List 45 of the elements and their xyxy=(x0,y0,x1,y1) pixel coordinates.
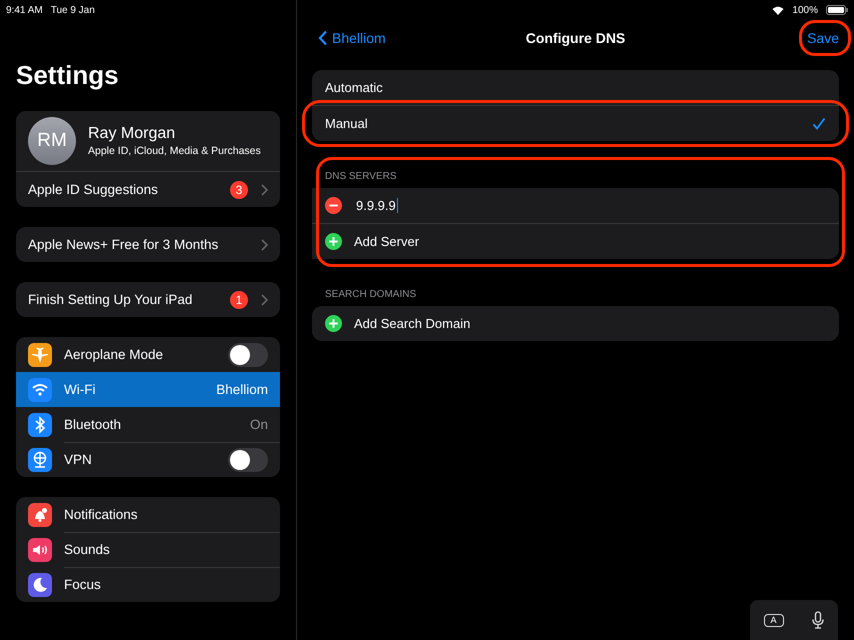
save-button[interactable]: Save xyxy=(807,26,839,50)
settings-row[interactable]: Focus xyxy=(16,567,280,602)
section-header: SEARCH DOMAINS xyxy=(324,289,418,302)
keyboard-key[interactable]: A xyxy=(764,614,784,626)
remove-icon[interactable] xyxy=(325,197,342,214)
mode-option[interactable]: Manual xyxy=(312,106,839,141)
add-row[interactable]: Add Search Domain xyxy=(312,306,839,341)
count-badge: 3 xyxy=(230,180,248,198)
sidebar-title: Settings xyxy=(16,60,120,91)
nav-title: Configure DNS xyxy=(526,30,626,46)
avatar: RM xyxy=(28,117,76,165)
checkmark-icon xyxy=(812,116,826,130)
settings-row[interactable]: Finish Setting Up Your iPad 1 xyxy=(16,282,280,317)
chevron-icon xyxy=(318,30,328,46)
profile-subtitle: Apple ID, iCloud, Media & Purchases xyxy=(88,145,261,157)
chevron-icon xyxy=(260,184,268,196)
status-time: 9:41 AM xyxy=(6,4,43,16)
mode-option[interactable]: Automatic xyxy=(312,70,839,105)
chevron-icon xyxy=(260,238,268,250)
settings-row[interactable]: Wi-Fi Bhelliom xyxy=(16,372,280,407)
count-badge: 1 xyxy=(230,290,248,308)
toggle-switch[interactable] xyxy=(228,448,268,472)
status-date: Tue 9 Jan xyxy=(50,4,95,16)
settings-row[interactable]: Bluetooth On xyxy=(16,407,280,442)
chevron-icon xyxy=(260,294,268,306)
settings-row[interactable]: Sounds xyxy=(16,532,280,567)
toggle-switch[interactable] xyxy=(228,342,268,366)
settings-row[interactable]: Notifications xyxy=(16,497,280,532)
settings-row[interactable]: VPN xyxy=(16,442,280,477)
wifi-icon xyxy=(772,6,784,14)
back-button[interactable]: Bhelliom xyxy=(312,29,392,47)
row-value: On xyxy=(250,417,268,432)
settings-row[interactable]: Aeroplane Mode xyxy=(16,337,280,372)
settings-row[interactable]: Apple News+ Free for 3 Months xyxy=(16,227,280,262)
row-value: Bhelliom xyxy=(216,382,268,397)
dns-server-field[interactable]: 9.9.9.9 xyxy=(356,198,398,213)
profile-name: Ray Morgan xyxy=(88,125,176,143)
add-icon xyxy=(325,233,342,250)
microphone-icon[interactable] xyxy=(810,611,824,629)
section-header: DNS SERVERS xyxy=(324,171,398,184)
add-icon xyxy=(325,315,342,332)
battery-icon xyxy=(826,5,848,15)
settings-row[interactable]: Apple ID Suggestions 3 xyxy=(16,172,280,207)
add-row[interactable]: Add Server xyxy=(312,223,839,259)
battery-percent: 100% xyxy=(792,4,818,16)
